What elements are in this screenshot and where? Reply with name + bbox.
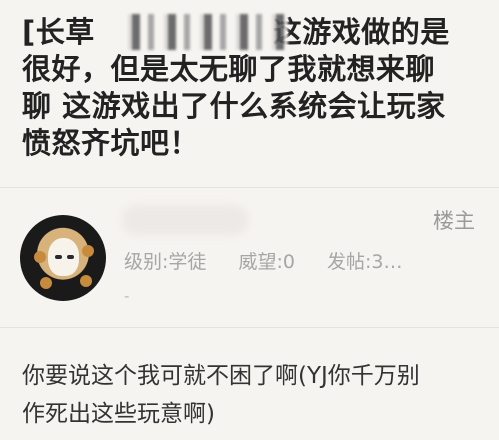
divider-bottom bbox=[0, 327, 499, 328]
user-post-count: 发帖:3… bbox=[327, 251, 403, 273]
user-prestige: 威望:0 bbox=[238, 251, 295, 273]
thread-title-prefix: [长草 bbox=[22, 15, 95, 49]
thread-title-line-3: 聊 这游戏出了什么系统会让玩家 bbox=[22, 89, 446, 123]
thread-title-line-2: 很好，但是太无聊了我就想来聊 bbox=[22, 52, 436, 86]
thread-title-line-4: 愤怒齐坑吧！ bbox=[22, 126, 200, 160]
avatar-bow bbox=[80, 275, 92, 287]
avatar-eye-right bbox=[67, 255, 74, 259]
user-meta: 级别:学徒 威望:0 发帖:3… bbox=[124, 247, 403, 274]
avatar-bow bbox=[82, 245, 94, 257]
post-body-line-1: 你要说这个我可就不困了啊(YJ你千万别 bbox=[22, 363, 420, 389]
avatar-bow bbox=[40, 277, 52, 289]
username-blurred[interactable] bbox=[122, 205, 248, 235]
divider-top bbox=[0, 187, 499, 188]
floor-badge: 楼主 bbox=[433, 209, 475, 233]
post-body-line-2: 作死出这些玩意啊) bbox=[22, 401, 215, 427]
thread-title-suffix: 这游戏做的是 bbox=[272, 15, 450, 49]
user-level: 级别:学徒 bbox=[124, 251, 207, 273]
avatar-bow bbox=[34, 251, 46, 263]
avatar[interactable] bbox=[20, 215, 106, 301]
avatar-eye-left bbox=[55, 255, 62, 259]
signature-dash: - bbox=[124, 287, 130, 305]
redaction-mosaic bbox=[118, 14, 288, 50]
avatar-face bbox=[48, 238, 79, 276]
post-body: 你要说这个我可就不困了啊(YJ你千万别 作死出这些玩意啊) bbox=[22, 357, 482, 433]
